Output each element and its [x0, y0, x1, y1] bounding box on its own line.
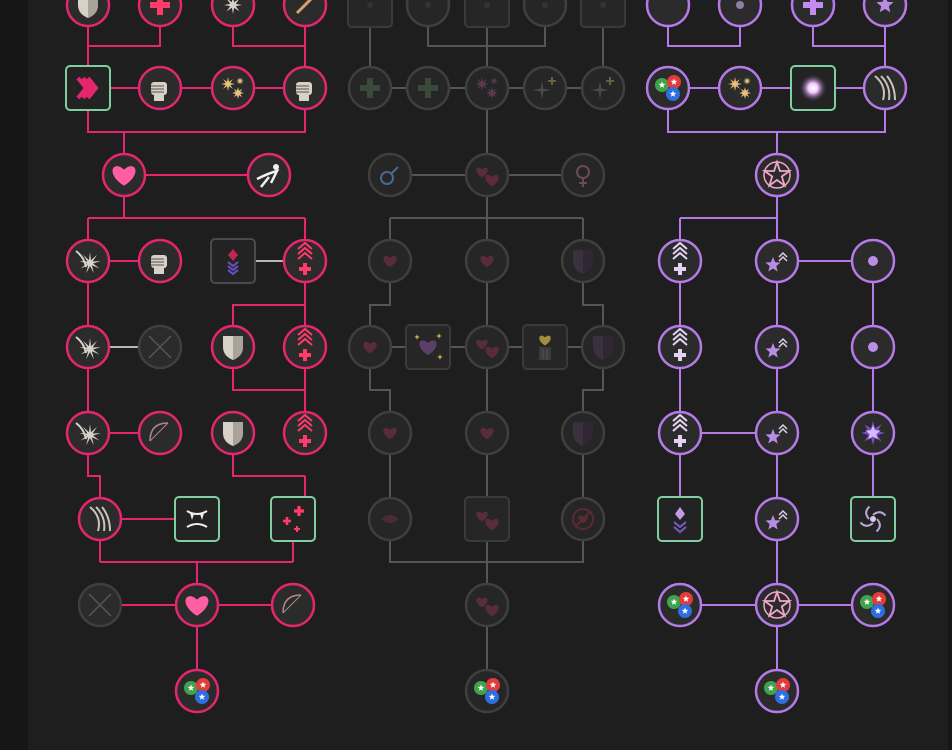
- skill-node-l-r7-3[interactable]: [270, 582, 316, 628]
- skill-node-r-r1-4[interactable]: [862, 65, 908, 111]
- skill-node-r-r1-1[interactable]: [645, 65, 691, 111]
- skill-node-l-r6-1[interactable]: [77, 496, 123, 542]
- skill-node-l-r1-2[interactable]: [137, 65, 183, 111]
- skill-node-r-top-3[interactable]: [790, 0, 836, 28]
- skill-node-l-r3-3[interactable]: [210, 238, 256, 284]
- skill-node-r-r4-2[interactable]: [754, 324, 800, 370]
- skill-node-c-r4-3[interactable]: [464, 324, 510, 370]
- skill-node-c-r4-1[interactable]: [347, 324, 393, 370]
- skill-node-r-r6-2[interactable]: [754, 496, 800, 542]
- skill-node-r-final[interactable]: [754, 668, 800, 714]
- locked-icon: [425, 2, 431, 8]
- skill-node-r-pentagram[interactable]: [754, 152, 800, 198]
- skill-node-l-r6-3[interactable]: [270, 496, 316, 542]
- skill-node-l-r4-3[interactable]: [210, 324, 256, 370]
- skill-node-l-r3-4[interactable]: [282, 238, 328, 284]
- skill-node-l-r3-1[interactable]: [65, 238, 111, 284]
- skill-node-c-top-5[interactable]: [580, 0, 626, 28]
- skill-node-c-r1-1[interactable]: [347, 65, 393, 111]
- skill-node-r-r1-2[interactable]: [717, 65, 763, 111]
- skill-node-c-final[interactable]: [464, 668, 510, 714]
- skill-node-c-r1-4[interactable]: [522, 65, 568, 111]
- skill-node-c-r6-3[interactable]: [560, 496, 606, 542]
- skill-node-r-r3-3[interactable]: [850, 238, 896, 284]
- skill-node-r-r4-3[interactable]: [850, 324, 896, 370]
- skill-node-r-r5-1[interactable]: [657, 410, 703, 456]
- skill-node-l-r4-2[interactable]: [137, 324, 183, 370]
- skill-node-l-r5-2[interactable]: [137, 410, 183, 456]
- skill-node-r-r7-2[interactable]: [754, 582, 800, 628]
- skill-node-l-final[interactable]: [174, 668, 220, 714]
- skill-node-l-r1-4[interactable]: [282, 65, 328, 111]
- skill-node-l-r7-2[interactable]: [174, 582, 220, 628]
- skill-node-r-r5-2[interactable]: [754, 410, 800, 456]
- dot-icon: [868, 342, 878, 352]
- skill-node-c-r5-2[interactable]: [464, 410, 510, 456]
- orb-icon: [736, 1, 744, 9]
- skill-node-r-top-1[interactable]: [645, 0, 691, 28]
- skill-tree-screen: [0, 0, 952, 750]
- skill-node-r-top-4[interactable]: [862, 0, 908, 28]
- skill-node-r-r7-3[interactable]: [850, 582, 896, 628]
- skill-node-l-top-2[interactable]: [137, 0, 183, 28]
- skill-node-c-r5-1[interactable]: [367, 410, 413, 456]
- skill-nodes: [65, 0, 908, 714]
- heart-pillar-icon: [539, 335, 551, 360]
- skill-node-c-hearts[interactable]: [464, 152, 510, 198]
- skill-node-r-r3-1[interactable]: [657, 238, 703, 284]
- skill-node-r-r4-1[interactable]: [657, 324, 703, 370]
- locked-icon: [542, 2, 548, 8]
- skill-node-r-r6-1[interactable]: [657, 496, 703, 542]
- skill-node-r-r3-2[interactable]: [754, 238, 800, 284]
- skill-node-c-r1-2[interactable]: [405, 65, 451, 111]
- skill-node-c-r6-2[interactable]: [464, 496, 510, 542]
- skill-node-c-top-3[interactable]: [464, 0, 510, 28]
- skill-node-l-heart[interactable]: [101, 152, 147, 198]
- skill-node-c-r5-3[interactable]: [560, 410, 606, 456]
- right-tree-link: [667, 88, 886, 133]
- skill-node-c-r7[interactable]: [464, 582, 510, 628]
- star-burst-icon: [861, 421, 885, 445]
- locked-icon: [484, 2, 490, 8]
- skill-node-c-top-4[interactable]: [522, 0, 568, 28]
- skill-node-l-top-1[interactable]: [65, 0, 111, 28]
- skill-node-c-female[interactable]: [560, 152, 606, 198]
- skill-node-c-r6-1[interactable]: [367, 496, 413, 542]
- skill-node-c-male[interactable]: [367, 152, 413, 198]
- skill-node-r-r6-3[interactable]: [850, 496, 896, 542]
- skill-node-c-r1-5[interactable]: [580, 65, 626, 111]
- skill-tree-canvas: [65, 0, 908, 714]
- skill-node-l-r7-1[interactable]: [77, 582, 123, 628]
- skill-node-l-r1-3[interactable]: [210, 65, 256, 111]
- skill-node-c-top-2[interactable]: [405, 0, 451, 28]
- skill-node-l-r5-3[interactable]: [210, 410, 256, 456]
- skill-node-c-r4-5[interactable]: [580, 324, 626, 370]
- skill-node-l-r1-1[interactable]: [65, 65, 111, 111]
- skill-node-l-r5-1[interactable]: [65, 410, 111, 456]
- skill-node-l-top-4[interactable]: [282, 0, 328, 28]
- skill-node-l-top-3[interactable]: [210, 0, 256, 28]
- skill-node-l-r4-1[interactable]: [65, 324, 111, 370]
- skill-node-r-r1-3[interactable]: [790, 65, 836, 111]
- skill-node-c-r4-4[interactable]: [522, 324, 568, 370]
- locked-icon: [600, 2, 606, 8]
- skill-node-c-r3-3[interactable]: [560, 238, 606, 284]
- left-tree-link: [87, 88, 306, 133]
- skill-node-c-r3-1[interactable]: [367, 238, 413, 284]
- skill-node-r-r5-3[interactable]: [850, 410, 896, 456]
- skill-node-c-r4-2[interactable]: [405, 324, 451, 370]
- skill-node-l-r6-2[interactable]: [174, 496, 220, 542]
- dot-icon: [868, 256, 878, 266]
- locked-icon: [367, 2, 373, 8]
- skill-node-c-r3-2[interactable]: [464, 238, 510, 284]
- skill-node-c-r1-3[interactable]: [464, 65, 510, 111]
- skill-node-l-r5-4[interactable]: [282, 410, 328, 456]
- skill-node-r-top-2[interactable]: [717, 0, 763, 28]
- skill-node-l-acrobat[interactable]: [246, 152, 292, 198]
- skill-node-r-r7-1[interactable]: [657, 582, 703, 628]
- skill-node-l-r4-4[interactable]: [282, 324, 328, 370]
- flash-icon: [799, 74, 827, 102]
- skill-node-c-top-1[interactable]: [347, 0, 393, 28]
- skill-node-l-r3-2[interactable]: [137, 238, 183, 284]
